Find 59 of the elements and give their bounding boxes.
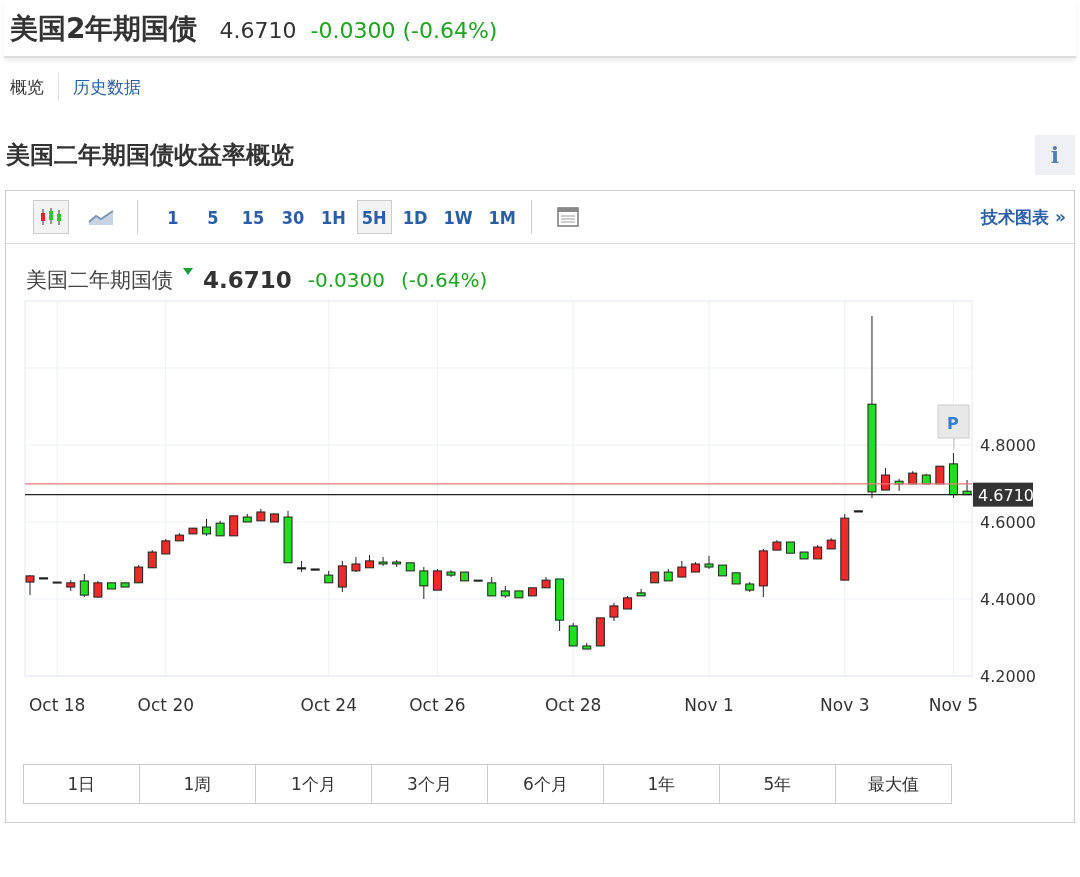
down-triangle-icon — [183, 268, 193, 276]
interval-button[interactable]: 1 — [156, 200, 190, 234]
x-axis-label: Oct 18 — [28, 695, 86, 715]
table-icon — [556, 207, 579, 227]
range-button[interactable]: 最大值 — [835, 764, 952, 804]
range-button[interactable]: 5年 — [719, 764, 836, 804]
y-axis-label: 4.8000 — [980, 436, 1036, 455]
y-axis-label: 4.2000 — [980, 667, 1036, 686]
technical-chart-link[interactable]: 技术图表 » — [981, 205, 1066, 229]
range-button[interactable]: 3个月 — [371, 764, 488, 804]
range-button[interactable]: 1个月 — [255, 764, 372, 804]
candlestick — [229, 515, 239, 537]
candlestick — [419, 566, 429, 600]
quote-price: 4.6710 — [203, 267, 292, 293]
interval-button[interactable]: 1M — [483, 200, 521, 234]
line-chart-icon — [88, 208, 114, 226]
interval-button[interactable]: 1D — [397, 200, 433, 234]
candlestick — [25, 574, 35, 596]
x-axis-label: Nov 1 — [684, 695, 734, 715]
y-axis-label: 4.6000 — [980, 513, 1036, 532]
range-button[interactable]: 1周 — [139, 764, 256, 804]
y-axis-label: 4.4000 — [980, 590, 1036, 609]
range-button[interactable]: 1日 — [23, 764, 140, 804]
candlestick — [432, 568, 442, 591]
price-change: -0.0300 (-0.64%) — [310, 18, 498, 43]
x-axis-label: Nov 5 — [928, 695, 979, 715]
ref-line-label: 4.6710 — [978, 485, 1034, 505]
page-title: 美国2年期国债 — [10, 11, 198, 47]
candlestick — [79, 573, 89, 598]
candlestick — [487, 576, 497, 597]
last-price-label: 4.6710 — [973, 482, 1034, 507]
interval-button[interactable]: 5H — [356, 200, 392, 234]
candlestick-icon — [39, 207, 63, 227]
price-value: 4.6710 — [219, 18, 297, 43]
candlestick — [337, 560, 347, 593]
candlestick — [704, 555, 714, 570]
x-axis-label: Oct 28 — [545, 695, 602, 715]
x-axis-label: Nov 3 — [820, 695, 870, 715]
interval-button[interactable]: 1H — [316, 200, 351, 234]
tab[interactable]: 历史数据 — [73, 75, 141, 99]
candlestick — [378, 556, 388, 567]
quote-change: -0.0300 — [307, 268, 385, 292]
interval-button[interactable]: 5 — [196, 200, 230, 234]
x-axis-label: Oct 20 — [137, 695, 194, 715]
interval-button[interactable]: 15 — [236, 200, 270, 234]
x-axis-label: Oct 24 — [300, 695, 357, 715]
x-axis-label: Oct 26 — [409, 695, 466, 715]
candlestick-chart-button[interactable] — [33, 200, 69, 234]
candlestick — [609, 602, 619, 622]
range-button[interactable]: 6个月 — [487, 764, 604, 804]
range-button[interactable]: 1年 — [603, 764, 720, 804]
interval-button[interactable]: 1W — [438, 200, 478, 234]
info-button[interactable]: i — [1035, 135, 1075, 175]
instrument-name: 美国二年期国债 — [26, 267, 173, 294]
interval-button[interactable]: 30 — [276, 200, 310, 234]
section-title: 美国二年期国债收益率概览 — [6, 140, 294, 171]
tab[interactable]: 概览 — [10, 75, 44, 99]
quote-percent: (-0.64%) — [400, 268, 488, 292]
candlestick — [568, 622, 578, 647]
